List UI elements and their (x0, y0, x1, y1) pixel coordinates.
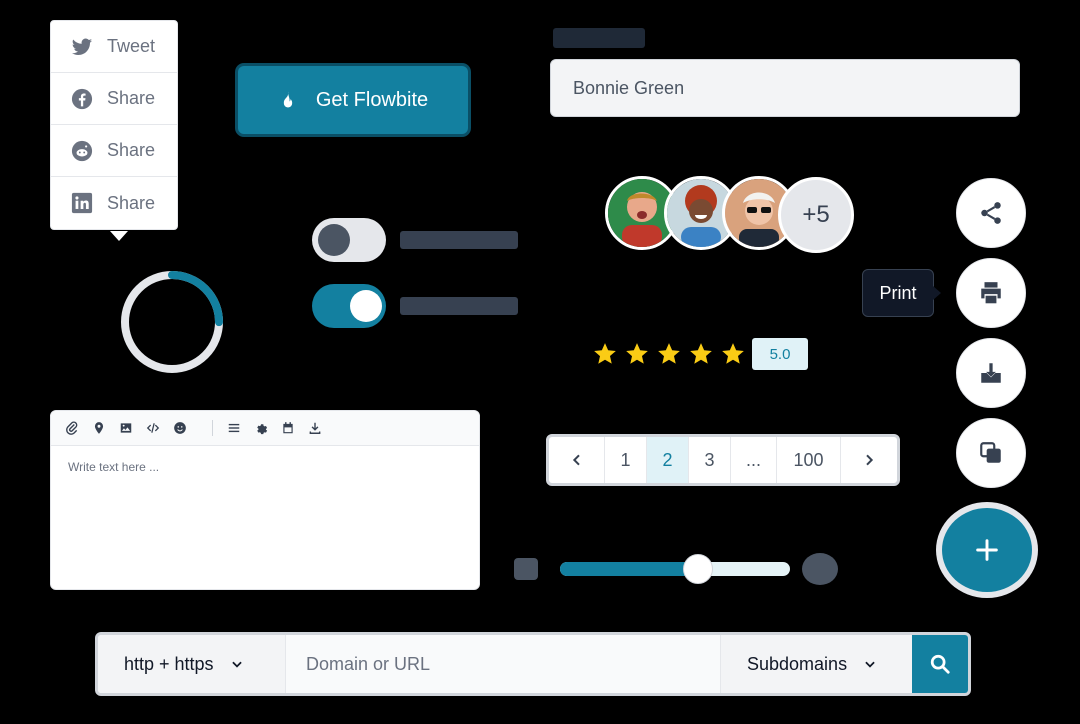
volume-low-icon (514, 558, 538, 580)
editor-toolbar (51, 411, 479, 446)
toggle-knob (350, 290, 382, 322)
map-pin-icon[interactable] (92, 421, 106, 435)
gear-icon[interactable] (254, 421, 268, 435)
domain-search-bar: http + https Domain or URL Subdomains (95, 632, 971, 696)
rating-value-badge: 5.0 (752, 338, 808, 370)
share-item-label: Share (107, 140, 156, 160)
share-item-label: Tweet (107, 36, 156, 56)
star-icon (626, 343, 648, 364)
text-editor: Write text here ... (50, 410, 480, 590)
toggle-unchecked[interactable] (312, 218, 386, 262)
pagination-page[interactable]: 3 (689, 437, 731, 483)
star-icon (722, 343, 744, 364)
search-icon (930, 654, 950, 674)
cta-label: Get Flowbite (315, 88, 429, 111)
calendar-icon[interactable] (281, 421, 295, 435)
download-icon (981, 363, 1001, 383)
pagination-page[interactable]: 1 (605, 437, 647, 483)
protocol-label: http + https (124, 653, 214, 674)
list-icon[interactable] (227, 421, 241, 435)
download-icon[interactable] (308, 421, 322, 435)
print-dial-button[interactable] (956, 258, 1026, 328)
pagination-ellipsis: ... (731, 437, 777, 483)
domain-input[interactable]: Domain or URL (286, 635, 720, 693)
copy-dial-button[interactable] (956, 418, 1026, 488)
toggle-label-placeholder (400, 297, 518, 315)
share-item-label: Share (107, 192, 156, 213)
pagination-prev-button[interactable] (549, 437, 605, 483)
toggle-knob (318, 224, 350, 256)
paperclip-icon[interactable] (65, 421, 79, 435)
chevron-right-icon (866, 454, 874, 466)
print-tooltip: Print (862, 269, 934, 317)
scope-dropdown[interactable]: Subdomains (720, 635, 912, 693)
avatar-more-count[interactable]: +5 (778, 177, 854, 253)
share-item-facebook[interactable]: Share (51, 73, 177, 125)
printer-icon (981, 282, 1001, 304)
pagination-next-button[interactable] (841, 437, 897, 483)
scope-label: Subdomains (747, 653, 848, 674)
speed-dial-main-button[interactable] (942, 508, 1032, 592)
share-dropdown: Tweet Share Share Share (50, 20, 178, 230)
pagination: 1 2 3 ... 100 (546, 434, 900, 486)
download-dial-button[interactable] (956, 338, 1026, 408)
linkedin-icon (71, 192, 93, 214)
reddit-icon (71, 140, 93, 161)
share-item-label: Share (107, 88, 156, 108)
protocol-dropdown[interactable]: http + https (98, 635, 286, 693)
pagination-page[interactable]: 2 (647, 437, 689, 483)
code-icon[interactable] (146, 421, 160, 435)
chevron-down-icon (865, 661, 875, 668)
image-icon[interactable] (119, 421, 133, 435)
share-icon (981, 202, 1001, 224)
loading-spinner (121, 271, 223, 373)
fire-icon (283, 91, 293, 108)
range-slider-thumb[interactable] (683, 554, 713, 584)
domain-search-button[interactable] (912, 635, 968, 693)
star-icon (594, 343, 616, 364)
editor-textarea[interactable]: Write text here ... (51, 446, 479, 488)
star-icon (690, 343, 712, 364)
star-rating (592, 341, 746, 367)
share-item-linkedin[interactable]: Share (51, 177, 177, 229)
tooltip-arrow (933, 286, 941, 300)
chevron-left-icon (572, 454, 580, 466)
toggle-label-placeholder (400, 231, 518, 249)
facebook-icon (71, 88, 93, 109)
copy-icon (980, 442, 1001, 463)
star-icon (658, 343, 680, 364)
volume-high-icon (802, 553, 838, 585)
name-field-label-placeholder (553, 28, 645, 48)
share-item-twitter[interactable]: Tweet (51, 21, 177, 73)
range-slider-fill (560, 562, 698, 576)
pagination-page[interactable]: 100 (777, 437, 841, 483)
plus-icon (976, 539, 998, 561)
share-item-reddit[interactable]: Share (51, 125, 177, 177)
range-slider-track[interactable] (560, 562, 790, 576)
toolbar-divider (212, 420, 213, 436)
emoji-icon[interactable] (173, 421, 187, 435)
chevron-down-icon (231, 661, 242, 668)
twitter-icon (71, 38, 93, 55)
share-dial-button[interactable] (956, 178, 1026, 248)
get-flowbite-button[interactable]: Get Flowbite (238, 66, 468, 134)
dropdown-caret (110, 231, 128, 241)
toggle-checked[interactable] (312, 284, 386, 328)
name-input[interactable]: Bonnie Green (550, 59, 1020, 117)
